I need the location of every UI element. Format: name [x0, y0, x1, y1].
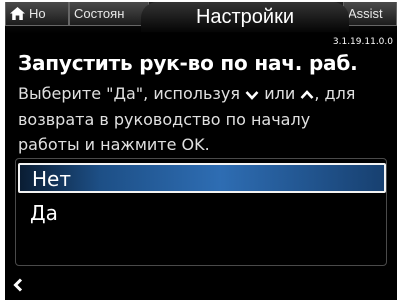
instruction-line-1: Выберите "Да", используя или , для	[18, 81, 390, 107]
back-arrow-icon[interactable]	[13, 278, 23, 292]
instruction-part-2: или	[264, 84, 296, 103]
chevron-down-icon	[245, 91, 259, 100]
device-screen: Ho Состоян Assist Настройки 3.1.19.11.0.…	[5, 2, 397, 300]
instruction-part-3: , для	[314, 84, 356, 103]
tab-assist[interactable]: Assist	[343, 2, 397, 26]
tab-settings[interactable]: Настройки	[141, 2, 349, 32]
page-title: Запустить рук-во по нач. раб.	[18, 51, 358, 75]
options-list: Нет Да	[15, 158, 387, 266]
tab-assist-label: Assist	[348, 6, 383, 21]
option-yes[interactable]: Да	[18, 199, 386, 229]
instruction-line-2: возврата в руководство по началу	[18, 109, 311, 129]
instruction-line-3: работы и нажмите OK.	[18, 135, 210, 154]
tab-home-label: Ho	[29, 6, 46, 21]
instruction-text: Выберите "Да", используя или , для возвр…	[18, 81, 390, 158]
top-navigation-bar: Ho Состоян Assist Настройки	[5, 2, 397, 34]
version-label: 3.1.19.11.0.0	[332, 37, 393, 47]
instruction-part-1: Выберите "Да", используя	[18, 84, 241, 103]
option-no-label: Нет	[32, 167, 71, 191]
chevron-up-icon	[300, 90, 314, 99]
home-icon	[10, 7, 25, 20]
tab-home[interactable]: Ho	[5, 2, 69, 26]
tab-status-label: Состоян	[74, 6, 125, 21]
tab-settings-label: Настройки	[195, 6, 295, 28]
tab-status[interactable]: Состоян	[69, 2, 149, 26]
option-no[interactable]: Нет	[18, 163, 386, 193]
bottom-bar	[5, 272, 397, 300]
option-yes-label: Да	[30, 201, 58, 225]
